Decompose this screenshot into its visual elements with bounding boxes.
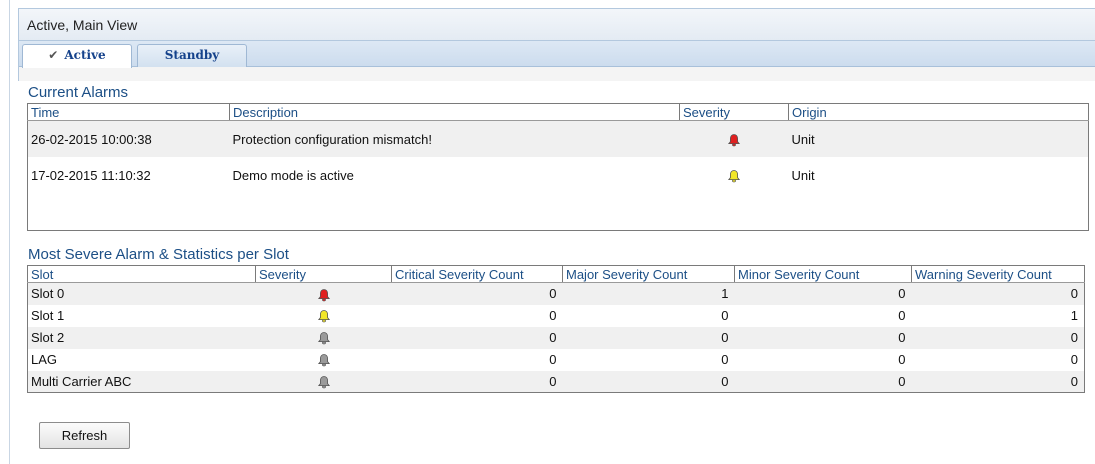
warning-count-cell: 1: [1070, 308, 1078, 323]
column-header-time[interactable]: Time: [27, 103, 230, 121]
checkmark-icon: ✔: [48, 48, 59, 62]
warning-count-cell: 0: [911, 326, 1085, 349]
tab-standby[interactable]: Standby: [137, 44, 247, 67]
severity-cell: [255, 370, 392, 393]
warning-alarm-bell-icon: [727, 168, 741, 183]
minor-count-cell: 0: [898, 308, 906, 323]
column-header-slot[interactable]: Slot: [27, 265, 256, 283]
cleared-alarm-bell-icon: [317, 352, 331, 367]
major-count-cell: 0: [562, 370, 735, 393]
warning-count-cell: 0: [911, 282, 1085, 305]
description-cell: Demo mode is active: [232, 167, 354, 183]
column-header-critical-count[interactable]: Critical Severity Count: [391, 265, 563, 283]
column-header-warning-count[interactable]: Warning Severity Count: [911, 265, 1085, 283]
major-count-cell: 0: [721, 352, 729, 367]
critical-alarm-bell-icon: [727, 131, 741, 147]
column-header-major-count[interactable]: Major Severity Count: [562, 265, 735, 283]
severity-cell: [256, 349, 392, 371]
table-row[interactable]: Slot 00100: [27, 282, 1085, 305]
warning-count-cell: 0: [911, 370, 1085, 393]
table-row[interactable]: 17-02-2015 11:10:32 Demo mode is active Un…: [28, 157, 1089, 194]
column-header-severity[interactable]: Severity: [679, 103, 789, 121]
critical-alarm-bell-icon: [317, 286, 331, 301]
current-alarms-title: Current Alarms: [28, 84, 129, 101]
severity-cell: [679, 120, 789, 158]
main-view-panel: Active, Main View ✔ Active Standby: [18, 8, 1095, 81]
critical-count-cell: 0: [391, 282, 563, 305]
tab-strip: ✔ Active Standby: [19, 41, 1095, 68]
tab-standby-label: Standby: [164, 48, 220, 62]
tab-body: [19, 67, 1095, 81]
window-title: Active, Main View: [19, 9, 1095, 41]
severity-cell: [680, 157, 789, 194]
critical-count-cell: 0: [391, 370, 563, 393]
table-row[interactable]: 26-02-2015 10:00:38 Protection configurat…: [27, 120, 1089, 158]
table-filler: [28, 194, 1089, 231]
table-header-row: Slot Severity Critical Severity Count Ma…: [27, 265, 1085, 283]
severity-cell: [255, 282, 392, 305]
slot-cell: LAG: [31, 352, 58, 367]
table-row[interactable]: Slot 1 0 0 0 1: [28, 305, 1085, 327]
column-header-description[interactable]: Description: [229, 103, 680, 121]
warning-count-cell: 0: [1070, 352, 1078, 367]
slot-stats-title: Most Severe Alarm & Statistics per Slot: [28, 246, 289, 263]
description-cell: Protection configuration mismatch!: [229, 120, 680, 158]
slot-cell: Slot 2: [27, 326, 256, 349]
origin-cell: Unit: [788, 120, 1089, 158]
cleared-alarm-bell-icon: [317, 373, 331, 389]
table-row[interactable]: Multi Carrier ABC 0 0 0 0: [27, 370, 1085, 393]
severity-cell: [255, 326, 392, 349]
time-cell: 17-02-2015 11:10:32: [31, 167, 151, 183]
column-header-severity[interactable]: Severity: [255, 265, 392, 283]
minor-count-cell: 0: [734, 370, 912, 393]
column-header-minor-count[interactable]: Minor Severity Count: [734, 265, 912, 283]
critical-count-cell: 0: [549, 308, 557, 323]
origin-cell: Unit: [791, 167, 815, 183]
slot-stats-table: Slot Severity Critical Severity Count Ma…: [27, 265, 1085, 393]
time-cell: 26-02-2015 10:00:38: [27, 120, 230, 158]
critical-count-cell: 0: [549, 352, 557, 367]
table-row[interactable]: LAG 0 0 0 0: [28, 349, 1085, 371]
major-count-cell: 0: [721, 308, 729, 323]
tab-active[interactable]: ✔ Active: [22, 44, 132, 68]
cleared-alarm-bell-icon: [317, 330, 331, 345]
slot-cell: Slot 1: [31, 308, 65, 323]
tab-active-label: Active: [64, 48, 106, 62]
minor-count-cell: 0: [734, 282, 912, 305]
minor-count-cell: 0: [898, 352, 906, 367]
warning-alarm-bell-icon: [317, 308, 331, 323]
minor-count-cell: 0: [734, 326, 912, 349]
left-border: [9, 0, 10, 464]
major-count-cell: 0: [562, 326, 735, 349]
current-alarms-table: Time Description Severity Origin 26-02-2…: [27, 103, 1089, 231]
major-count-cell: 1: [562, 282, 735, 305]
slot-cell: Multi Carrier ABC: [27, 370, 256, 393]
table-header-row: Time Description Severity Origin: [27, 103, 1089, 121]
slot-cell: Slot 0: [27, 282, 256, 305]
severity-cell: [256, 305, 392, 327]
table-row[interactable]: Slot 20000: [27, 326, 1085, 349]
refresh-button[interactable]: Refresh: [39, 422, 130, 449]
column-header-origin[interactable]: Origin: [788, 103, 1089, 121]
critical-count-cell: 0: [391, 326, 563, 349]
